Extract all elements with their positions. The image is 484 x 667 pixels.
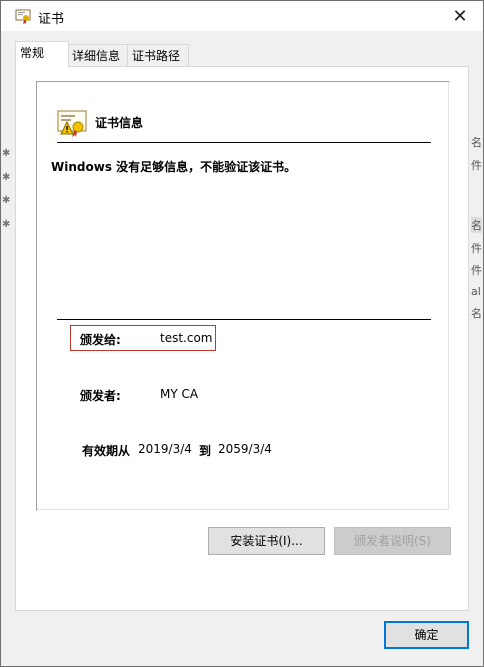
bg-fragment: 名 <box>471 307 482 320</box>
close-icon: ✕ <box>452 5 468 27</box>
tab-label: 详细信息 <box>72 49 121 63</box>
pin-icon: ✱ <box>2 219 11 230</box>
valid-to-value: 2059/3/4 <box>218 442 272 456</box>
divider <box>57 319 431 320</box>
title-bar: 证书 ✕ <box>1 1 483 31</box>
background-window-strip: 名 件 名 件 件 al 名 <box>469 116 483 326</box>
pin-icon: ✱ <box>2 172 11 183</box>
bg-fragment: 名 <box>471 217 482 233</box>
close-button[interactable]: ✕ <box>437 1 483 31</box>
bg-fragment: 名 <box>471 136 482 149</box>
tab-general[interactable]: 常规 <box>15 41 69 68</box>
certificate-icon <box>15 9 31 24</box>
certificate-warning-icon <box>57 110 87 137</box>
install-certificate-button[interactable]: 安装证书(I)... <box>208 527 325 555</box>
bg-fragment: 件 <box>471 242 482 255</box>
certificate-dialog: 证书 ✕ 名 件 名 件 件 al 名 ✱ ✱ ✱ ✱ 常规 详细信息 证书路径 <box>0 0 484 667</box>
divider <box>57 142 431 143</box>
issuer-statement-button[interactable]: 颁发者说明(S) <box>334 527 451 555</box>
window-title: 证书 <box>38 12 65 27</box>
verification-warning: Windows 没有足够信息，不能验证该证书。 <box>51 160 297 174</box>
issued-by-label: 颁发者: <box>80 389 121 403</box>
section-title: 证书信息 <box>95 116 144 130</box>
ok-button[interactable]: 确定 <box>384 621 469 649</box>
issued-to-value: test.com <box>160 331 213 345</box>
certificate-info-box: 证书信息 Windows 没有足够信息，不能验证该证书。 颁发给: test.c… <box>36 81 450 511</box>
bg-fragment: 件 <box>471 159 482 172</box>
validity-label: 有效期从 <box>82 444 131 458</box>
tab-label: 常规 <box>20 46 45 60</box>
valid-from-value: 2019/3/4 <box>138 442 192 456</box>
validity-to-label: 到 <box>199 444 212 458</box>
general-tab-panel: 证书信息 Windows 没有足够信息，不能验证该证书。 颁发给: test.c… <box>15 66 469 611</box>
tab-label: 证书路径 <box>132 49 181 63</box>
tab-certification-path[interactable]: 证书路径 <box>127 44 189 67</box>
bg-fragment: al <box>471 285 481 298</box>
tab-details[interactable]: 详细信息 <box>67 44 129 67</box>
pin-icon: ✱ <box>2 195 11 206</box>
issued-by-value: MY CA <box>160 387 199 401</box>
bg-fragment: 件 <box>471 264 482 277</box>
pin-icon: ✱ <box>2 148 11 159</box>
issued-to-label: 颁发给: <box>80 333 121 347</box>
